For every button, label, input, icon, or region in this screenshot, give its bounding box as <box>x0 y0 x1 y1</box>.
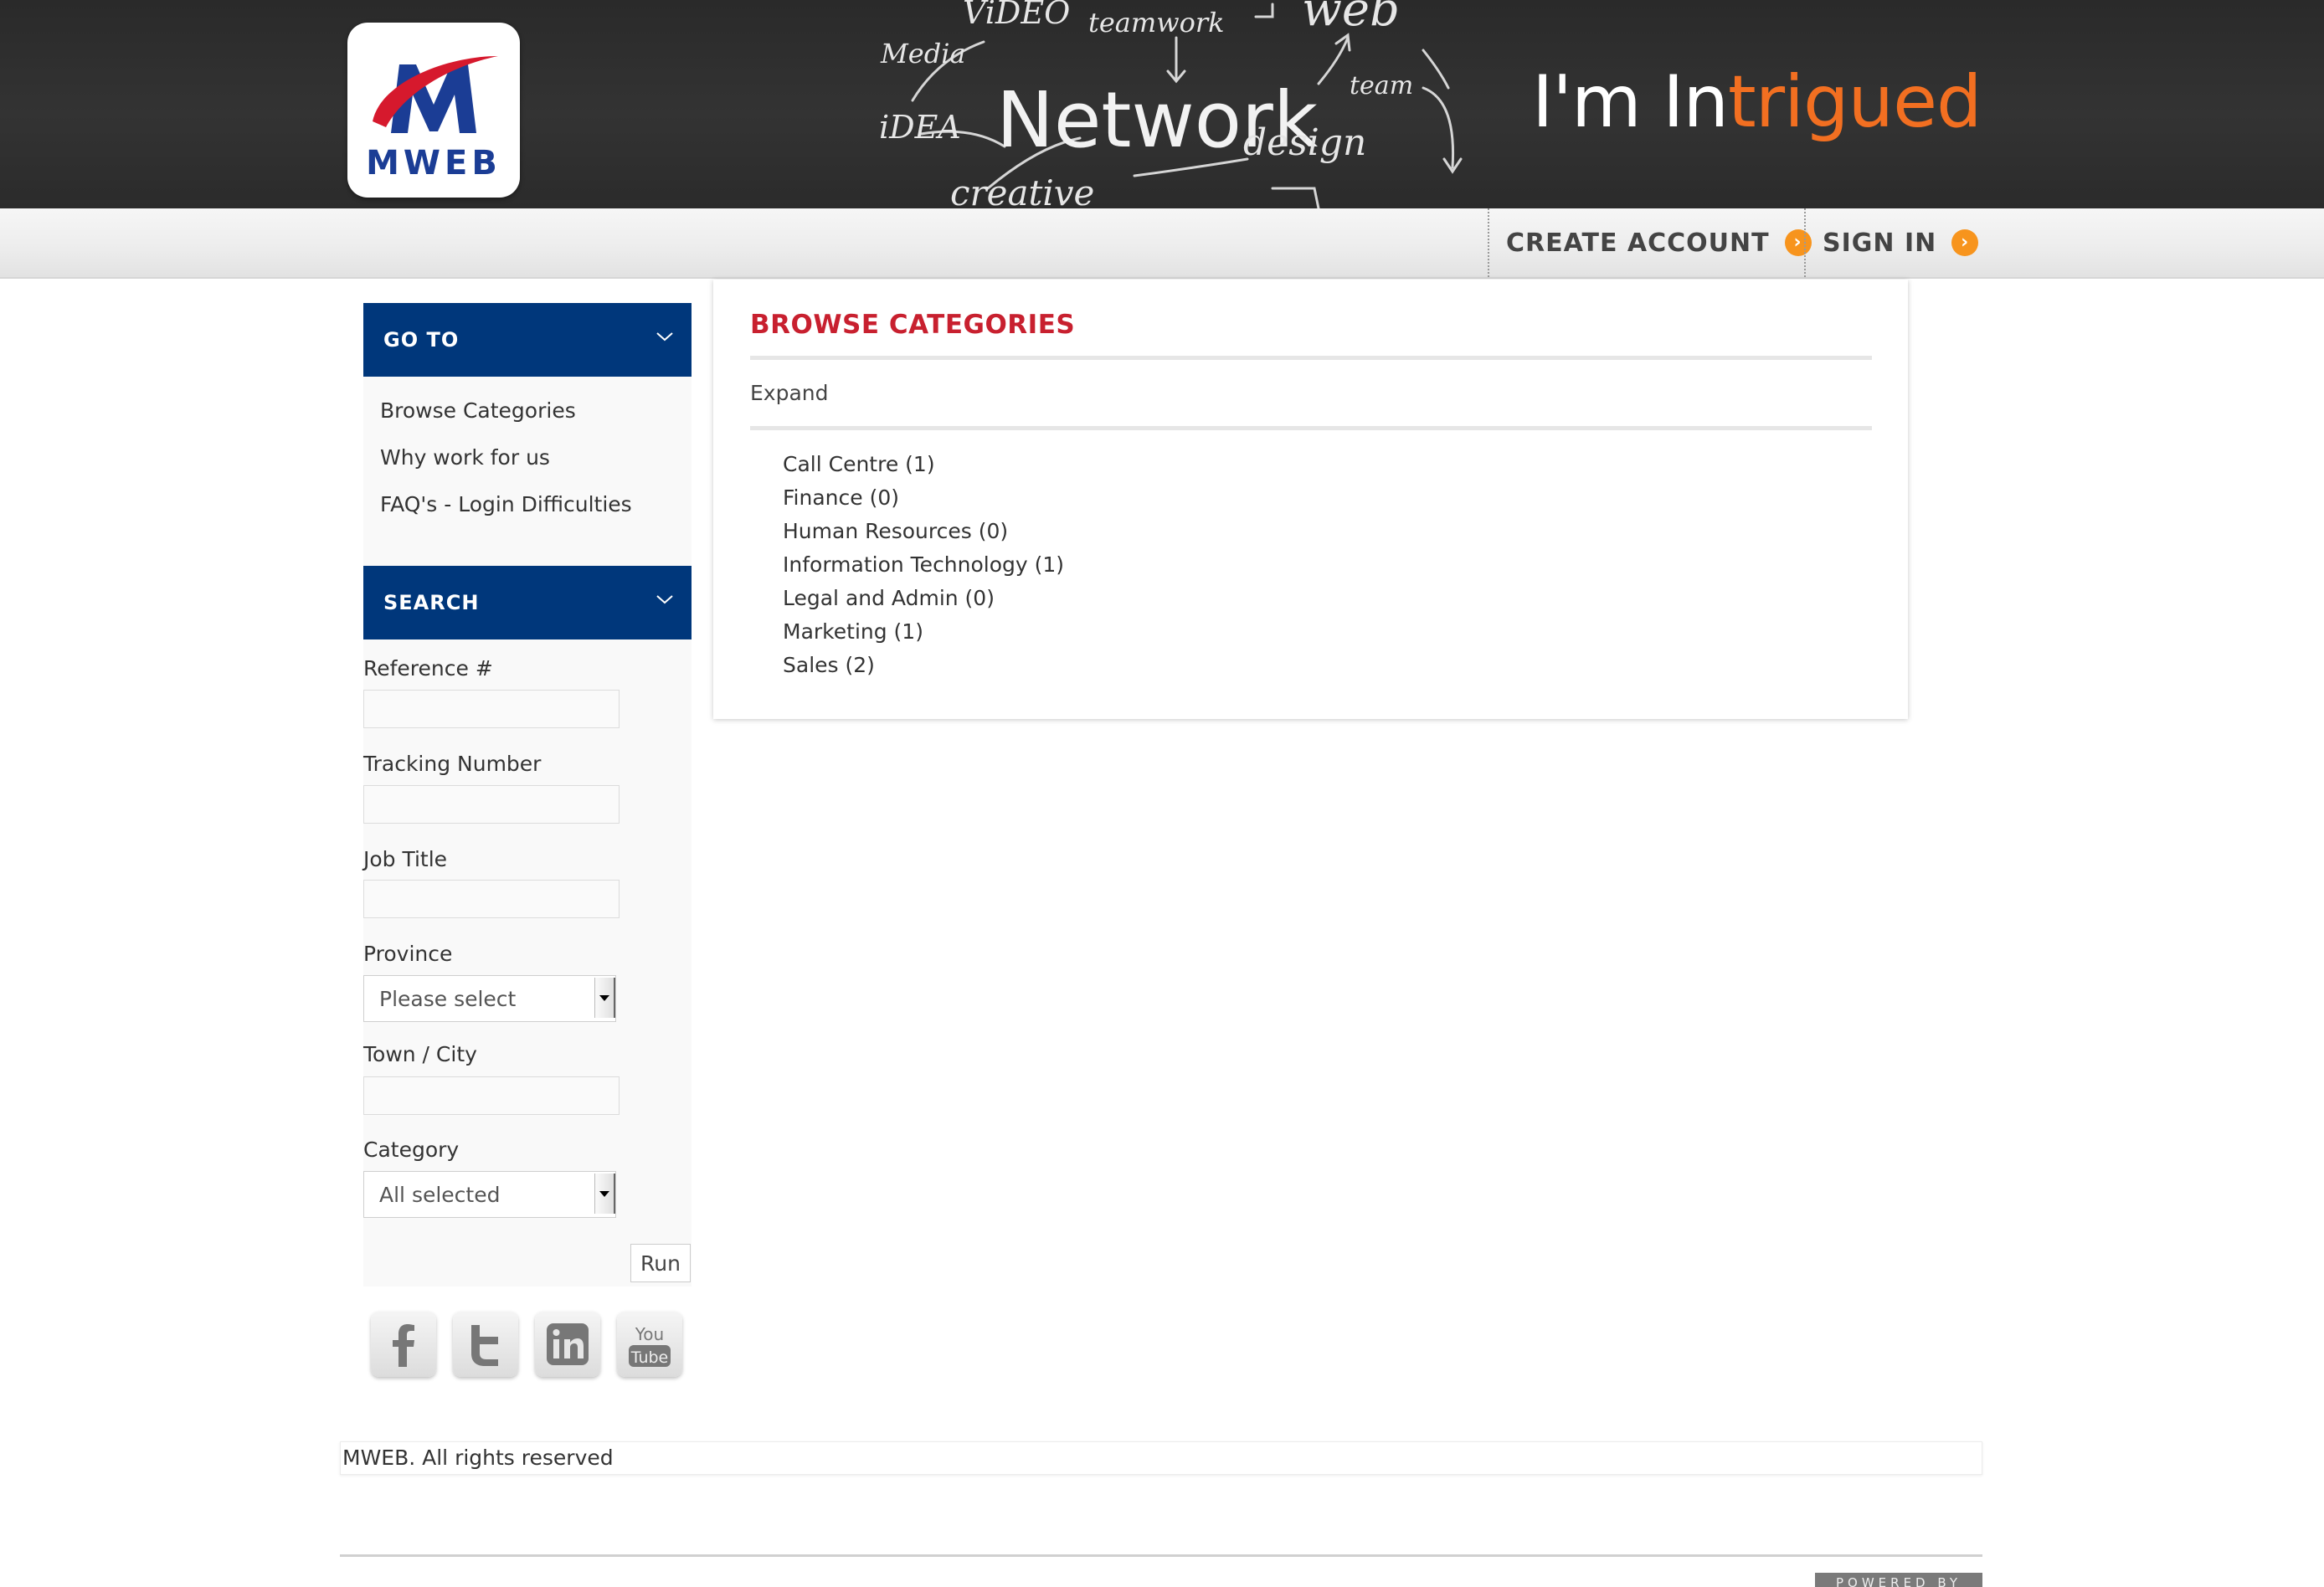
goto-menu: Browse Categories Why work for us FAQ's … <box>363 387 692 527</box>
page-title: BROWSE CATEGORIES <box>750 310 1076 340</box>
chalk-word: team <box>1350 71 1413 100</box>
category-item-legal-and-admin[interactable]: Legal and Admin (0) <box>783 582 1064 615</box>
province-label: Province <box>363 942 453 966</box>
town-city-input[interactable] <box>363 1076 620 1115</box>
expand-link[interactable]: Expand <box>750 381 829 405</box>
youtube-text-you: You <box>635 1324 664 1344</box>
sign-in-link[interactable]: SIGN IN › <box>1804 208 1979 277</box>
chalk-word: ViDEO <box>963 0 1070 31</box>
category-select[interactable]: All selected <box>363 1171 616 1218</box>
divider <box>750 426 1872 430</box>
chalk-word: web <box>1302 0 1400 37</box>
youtube-icon[interactable]: You Tube <box>617 1312 682 1377</box>
category-item-human-resources[interactable]: Human Resources (0) <box>783 515 1064 548</box>
twitter-icon[interactable] <box>453 1312 518 1377</box>
province-select[interactable]: Please select <box>363 975 616 1022</box>
footer-divider <box>340 1554 1982 1557</box>
tracking-label: Tracking Number <box>363 752 542 776</box>
category-selected-value: All selected <box>379 1182 501 1207</box>
search-heading: SEARCH <box>383 591 480 614</box>
chevron-down-icon <box>656 595 673 604</box>
header-banner: ViDEO teamwork web Media iDEA Network te… <box>0 0 2324 208</box>
category-item-finance[interactable]: Finance (0) <box>783 481 1064 515</box>
chalk-word: iDEA <box>879 109 961 146</box>
powered-by-badge[interactable]: POWERED BY <box>1815 1573 1982 1587</box>
goto-item-faq-login[interactable]: FAQ's - Login Difficulties <box>363 480 692 527</box>
tracking-number-input[interactable] <box>363 785 620 824</box>
goto-heading: GO TO <box>383 328 460 352</box>
dropdown-arrow-icon[interactable] <box>594 978 615 1018</box>
job-title-input[interactable] <box>363 880 620 918</box>
chevron-down-icon <box>656 332 673 342</box>
category-item-sales[interactable]: Sales (2) <box>783 649 1064 682</box>
logo-wordmark: MWEB <box>366 144 501 182</box>
mweb-logo-icon <box>373 56 498 133</box>
tagline-orange: trigued <box>1728 60 1982 144</box>
sign-in-label: SIGN IN <box>1823 228 1937 258</box>
reference-input[interactable] <box>363 690 620 728</box>
linkedin-icon[interactable] <box>535 1312 600 1377</box>
divider <box>750 356 1872 360</box>
goto-item-why-work-for-us[interactable]: Why work for us <box>363 434 692 480</box>
tagline-white: I'm In <box>1532 60 1729 144</box>
category-label: Category <box>363 1138 460 1162</box>
search-panel-header[interactable]: SEARCH <box>363 566 692 639</box>
dropdown-arrow-icon[interactable] <box>594 1174 615 1214</box>
mweb-logo[interactable]: MWEB <box>347 23 520 198</box>
top-nav-bar: CREATE ACCOUNT › SIGN IN › <box>0 208 2324 279</box>
create-account-link[interactable]: CREATE ACCOUNT › <box>1488 208 1812 277</box>
category-item-marketing[interactable]: Marketing (1) <box>783 615 1064 649</box>
banner-tagline: I'm Intrigued <box>1532 60 1982 144</box>
goto-panel-header[interactable]: GO TO <box>363 303 692 377</box>
facebook-icon[interactable] <box>371 1312 436 1377</box>
category-list: Call Centre (1) Finance (0) Human Resour… <box>783 448 1064 682</box>
town-city-label: Town / City <box>363 1042 477 1066</box>
run-search-button[interactable]: Run <box>630 1244 691 1282</box>
goto-item-browse-categories[interactable]: Browse Categories <box>363 387 692 434</box>
job-title-label: Job Title <box>363 847 448 871</box>
chalk-word: design <box>1243 121 1366 164</box>
province-selected-value: Please select <box>379 986 517 1011</box>
category-item-call-centre[interactable]: Call Centre (1) <box>783 448 1064 481</box>
reference-label: Reference # <box>363 656 493 681</box>
chalk-word: teamwork <box>1088 7 1225 39</box>
footer-copyright: MWEB. All rights reserved <box>340 1441 1982 1475</box>
chalk-word: Media <box>880 38 966 69</box>
chevron-right-circle-icon: › <box>1951 229 1979 256</box>
chalk-word: creative <box>950 172 1094 208</box>
youtube-text-tube: Tube <box>630 1348 669 1367</box>
create-account-label: CREATE ACCOUNT <box>1506 228 1770 258</box>
category-item-information-technology[interactable]: Information Technology (1) <box>783 548 1064 582</box>
